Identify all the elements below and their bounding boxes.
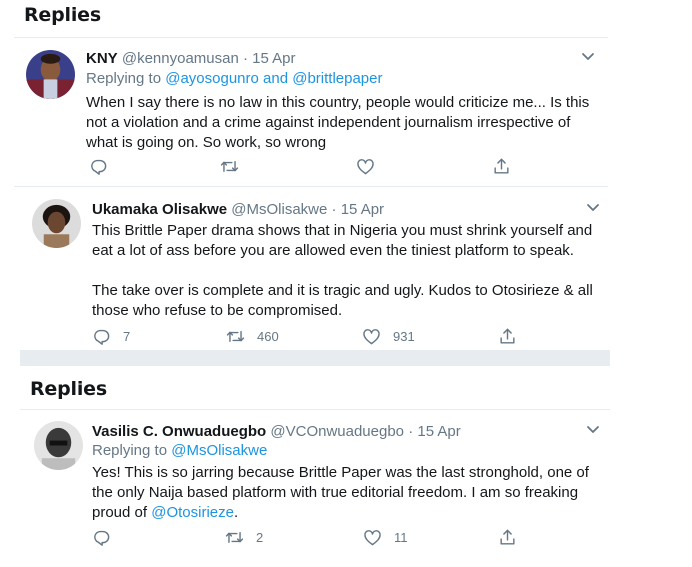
retweet-icon xyxy=(220,157,239,176)
mention-link[interactable]: @Otosirieze xyxy=(151,504,234,521)
replying-to: Replying to @MsOlisakwe xyxy=(92,442,267,459)
replies-section: Replies Vasilis C. Onwuaduegbo @VCOnwuad… xyxy=(20,368,610,567)
tweet-actions: 7 460 931 xyxy=(92,326,552,346)
avatar[interactable] xyxy=(32,199,81,248)
author-name[interactable]: Ukamaka Olisakwe xyxy=(92,201,227,218)
retweet-button[interactable] xyxy=(220,156,251,176)
author-handle[interactable]: @kennyoamusan xyxy=(122,50,239,67)
replying-to-label: Replying to xyxy=(86,70,166,87)
share-button[interactable] xyxy=(498,527,517,547)
retweet-button[interactable]: 2 xyxy=(225,527,263,547)
chevron-down-icon[interactable] xyxy=(586,425,600,435)
author-handle[interactable]: @MsOlisakwe xyxy=(231,201,327,218)
replies-heading: Replies xyxy=(30,378,107,400)
mention-link[interactable]: @MsOlisakwe xyxy=(171,442,267,459)
like-button[interactable]: 11 xyxy=(363,527,408,547)
like-count: 11 xyxy=(394,529,408,545)
separator-dot: · xyxy=(331,201,337,218)
replies-heading: Replies xyxy=(24,4,101,26)
share-icon xyxy=(492,157,511,176)
tweet[interactable]: KNY @kennyoamusan · 15 Apr Replying to @… xyxy=(14,38,608,186)
reply-icon xyxy=(92,528,111,547)
retweet-count: 460 xyxy=(257,328,279,344)
like-button[interactable] xyxy=(356,156,387,176)
avatar-image xyxy=(34,421,83,470)
section-gap xyxy=(20,350,610,366)
mention-link[interactable]: @ayosogunro xyxy=(165,70,259,87)
tweet-header: Ukamaka Olisakwe @MsOlisakwe · 15 Apr xyxy=(92,201,384,218)
tweet-actions: 2 11 xyxy=(92,527,552,547)
tweet-text: When I say there is no law in this count… xyxy=(86,94,590,151)
heart-icon xyxy=(362,327,381,346)
share-button[interactable] xyxy=(498,326,517,346)
tweet-date[interactable]: 15 Apr xyxy=(252,50,295,67)
tweet[interactable]: Ukamaka Olisakwe @MsOlisakwe · 15 Apr Th… xyxy=(14,187,608,350)
mention-link[interactable]: @brittlepaper xyxy=(292,70,382,87)
share-button[interactable] xyxy=(492,156,511,176)
retweet-count: 2 xyxy=(256,529,264,545)
separator-dot: · xyxy=(242,50,248,67)
reply-count: 7 xyxy=(123,328,131,344)
replies-section: Replies KNY @kennyoamusan · 15 Apr Reply… xyxy=(14,0,608,350)
reply-button[interactable] xyxy=(92,527,123,547)
share-icon xyxy=(498,528,517,547)
like-button[interactable]: 931 xyxy=(362,326,415,346)
author-name[interactable]: Vasilis C. Onwuaduegbo xyxy=(92,423,266,440)
heart-icon xyxy=(356,157,375,176)
chevron-down-icon[interactable] xyxy=(586,203,600,213)
reply-button[interactable] xyxy=(89,156,120,176)
tweet-text-part: . xyxy=(233,504,239,521)
replying-to: Replying to @ayosogunro and @brittlepape… xyxy=(86,70,383,87)
avatar-image xyxy=(26,50,75,99)
like-count: 931 xyxy=(393,328,415,344)
heart-icon xyxy=(363,528,382,547)
tweet-header: Vasilis C. Onwuaduegbo @VCOnwuaduegbo · … xyxy=(92,423,461,440)
tweet[interactable]: Vasilis C. Onwuaduegbo @VCOnwuaduegbo · … xyxy=(20,410,610,567)
tweet-text: This Brittle Paper drama shows that in N… xyxy=(92,222,593,319)
tweet-date[interactable]: 15 Apr xyxy=(341,201,384,218)
avatar[interactable] xyxy=(34,421,83,470)
share-icon xyxy=(498,327,517,346)
replying-to-label: Replying to xyxy=(92,442,172,459)
reply-icon xyxy=(89,157,108,176)
reply-icon xyxy=(92,327,111,346)
tweet-actions xyxy=(86,156,546,176)
chevron-down-icon[interactable] xyxy=(581,52,595,62)
separator-dot: · xyxy=(408,423,414,440)
reply-button[interactable]: 7 xyxy=(92,326,130,346)
avatar-image xyxy=(32,199,81,248)
tweet-date[interactable]: 15 Apr xyxy=(417,423,460,440)
mention-conjunction[interactable]: and xyxy=(263,70,288,87)
tweet-text: Yes! This is so jarring because Brittle … xyxy=(92,463,602,523)
avatar[interactable] xyxy=(26,50,75,99)
author-handle[interactable]: @VCOnwuaduegbo xyxy=(270,423,404,440)
retweet-button[interactable]: 460 xyxy=(226,326,279,346)
tweet-header: KNY @kennyoamusan · 15 Apr xyxy=(86,50,296,67)
author-name[interactable]: KNY xyxy=(86,50,118,67)
retweet-icon xyxy=(225,528,244,547)
retweet-icon xyxy=(226,327,245,346)
